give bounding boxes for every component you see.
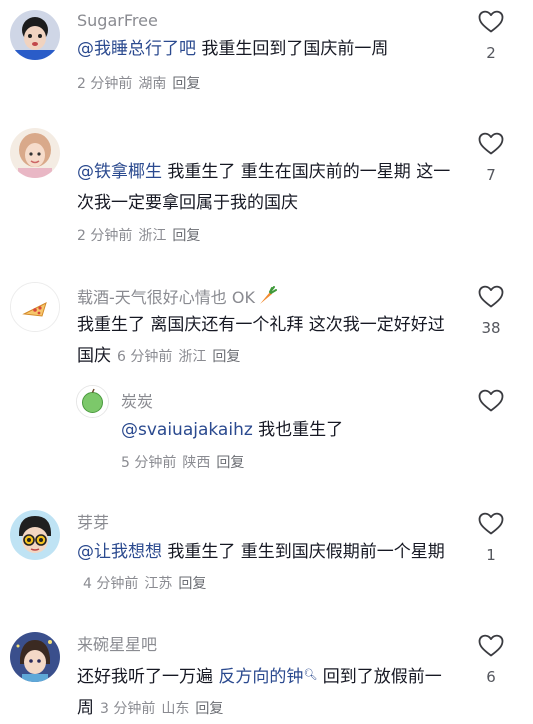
comment-meta: 5 分钟前 陕西 回复 [121,453,244,473]
mention-link[interactable]: @铁拿椰生 [77,162,162,182]
heart-outline-icon [478,634,504,657]
like-button[interactable]: 6 [471,634,511,686]
like-button[interactable]: 1 [471,512,511,564]
like-count: 1 [486,546,496,564]
comment-body: 还好我听了一万遍 [77,667,219,687]
like-button[interactable]: 38 [471,285,511,337]
mention-link[interactable]: @让我想想 [77,542,162,562]
comment-text: @让我想想 我重生了 重生到国庆假期前一个星期 4 分钟前 江苏 回复 [77,537,457,599]
heart-outline-icon [478,10,504,33]
comment-meta: 2 分钟前 浙江 回复 [77,226,200,246]
reply-button[interactable]: 回复 [212,349,240,365]
like-count: 38 [481,319,501,337]
location: 浙江 [178,349,207,365]
comment-text: 我重生了 离国庆还有一个礼拜 这次我一定好好过国庆 6 分钟前 浙江 回复 [77,310,457,372]
comment-body: 我重生回到了国庆前一周 [196,39,389,59]
heart-outline-icon [478,285,504,308]
avatar[interactable] [10,510,60,560]
timestamp: 6 分钟前 [117,349,173,365]
avatar[interactable] [10,128,60,178]
search-link-label: 反方向的钟 [218,667,304,687]
like-button[interactable]: 7 [471,132,511,184]
avatar[interactable] [10,282,60,332]
reply-button[interactable]: 回复 [195,701,223,717]
like-button[interactable]: 2 [471,10,511,62]
like-count: 2 [486,44,496,62]
timestamp: 2 分钟前 [77,76,133,92]
username[interactable]: 芽芽 [77,513,109,533]
carrot-emoji [259,286,277,304]
mention-link[interactable]: @我睡总行了吧 [77,39,196,59]
reply-button[interactable]: 回复 [178,576,206,592]
location: 陕西 [182,455,211,471]
username[interactable]: 炭炭 [121,392,153,412]
username[interactable]: 载酒-天气很好心情也 OK [77,286,277,308]
reply-button[interactable]: 回复 [172,228,200,244]
search-icon: 🔍︎ [303,668,318,681]
username[interactable]: 来碗星星吧 [77,635,157,655]
like-count: 7 [486,166,496,184]
mention-link[interactable]: @svaiuajakaihz [121,420,253,440]
like-button[interactable] [471,389,511,413]
like-count: 6 [486,668,496,686]
username[interactable]: SugarFree [77,11,158,31]
comment-body: 我也重生了 [252,420,344,440]
reply-button[interactable]: 回复 [172,76,200,92]
avatar[interactable] [10,632,60,682]
comment-text: @svaiuajakaihz 我也重生了 [121,415,451,446]
heart-outline-icon [478,389,504,412]
location: 浙江 [138,228,167,244]
comment-body: 我重生了 重生到国庆假期前一个星期 [162,542,445,562]
location: 山东 [161,701,190,717]
comment-text: @铁拿椰生 我重生了 重生在国庆前的一星期 这一次我一定要拿回属于我的国庆 [77,157,457,219]
location: 湖南 [138,76,167,92]
reply-button[interactable]: 回复 [216,455,244,471]
avatar[interactable] [10,10,60,60]
comment-text: 还好我听了一万遍 反方向的钟🔍︎ 回到了放假前一周 3 分钟前 山东 回复 [77,659,457,724]
timestamp: 2 分钟前 [77,228,133,244]
comment-text: @我睡总行了吧 我重生回到了国庆前一周 [77,34,457,65]
avatar[interactable] [76,385,109,418]
heart-outline-icon [478,132,504,155]
timestamp: 5 分钟前 [121,455,177,471]
comment-meta: 2 分钟前 湖南 回复 [77,74,200,94]
username-text: 载酒-天气很好心情也 OK [77,288,255,307]
location: 江苏 [144,576,173,592]
timestamp: 3 分钟前 [100,701,156,717]
heart-outline-icon [478,512,504,535]
search-link[interactable]: 反方向的钟🔍︎ [218,667,317,687]
timestamp: 4 分钟前 [83,576,139,592]
